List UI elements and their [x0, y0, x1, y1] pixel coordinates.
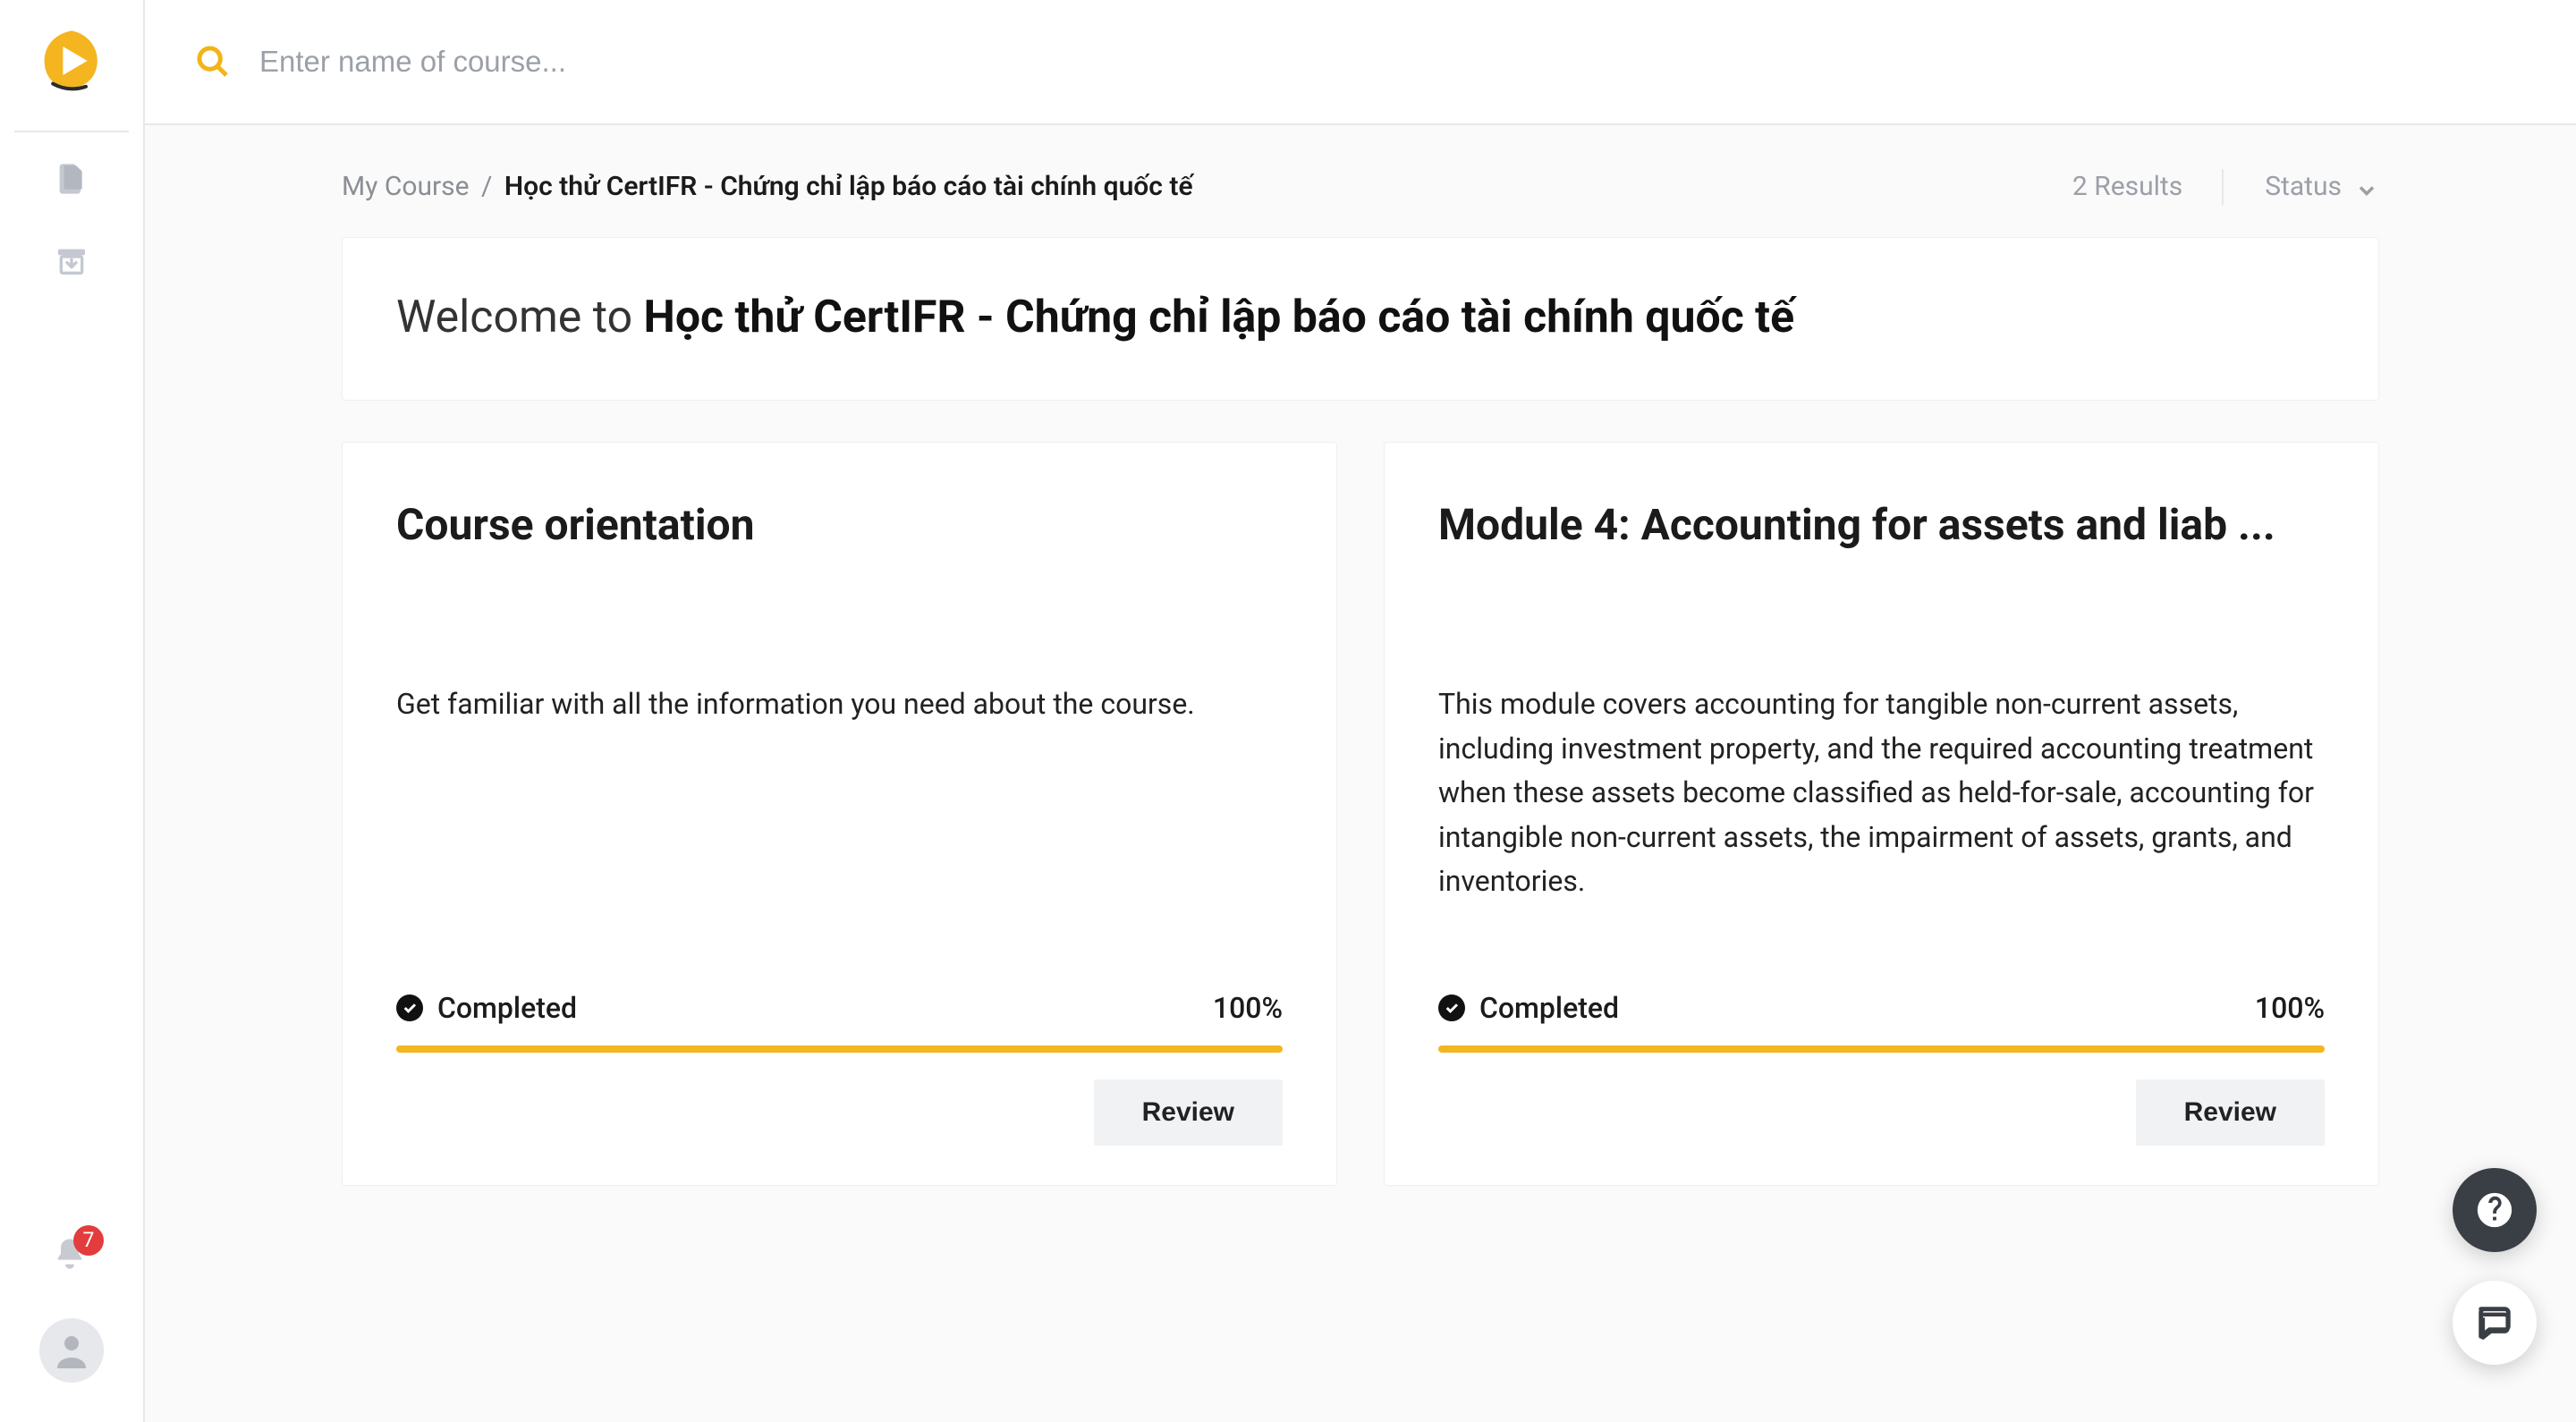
check-circle-icon: [396, 995, 423, 1021]
welcome-prefix: Welcome to: [396, 292, 644, 343]
course-card-description: This module covers accounting for tangib…: [1438, 682, 2325, 904]
course-card-title: Module 4: Accounting for assets and liab…: [1438, 493, 2325, 557]
list-meta: 2 Results Status: [2072, 166, 2379, 207]
progress-bar: [396, 1045, 1283, 1053]
course-status-label: Completed: [437, 986, 577, 1029]
content: My Course / Học thử CertIFR - Chứng chỉ …: [145, 125, 2576, 1186]
course-card[interactable]: Module 4: Accounting for assets and liab…: [1384, 442, 2379, 1186]
sidebar-divider: [14, 131, 129, 132]
topbar: [145, 0, 2576, 125]
documents-icon: [54, 161, 89, 197]
breadcrumb-current: Học thử CertIFR - Chứng chỉ lập báo cáo …: [504, 171, 1193, 202]
course-percent-text: 100%: [2255, 986, 2325, 1029]
breadcrumb-root[interactable]: My Course: [342, 171, 470, 202]
notifications-badge: 7: [73, 1225, 104, 1256]
course-card-title: Course orientation: [396, 493, 1283, 557]
course-status-row: Completed 100%: [1438, 986, 2325, 1029]
avatar[interactable]: [39, 1318, 104, 1383]
notifications-button[interactable]: 7: [52, 1236, 91, 1275]
chevron-down-icon: [2354, 174, 2379, 199]
course-status-label: Completed: [1479, 986, 1619, 1029]
welcome-title: Học thử CertIFR - Chứng chỉ lập báo cáo …: [644, 292, 1795, 343]
check-circle-icon: [1438, 995, 1465, 1021]
chat-icon: [2474, 1302, 2515, 1343]
course-cards: Course orientation Get familiar with all…: [342, 442, 2379, 1186]
sidebar-item-courses[interactable]: [52, 159, 91, 199]
search-icon: [195, 44, 231, 80]
logo[interactable]: [36, 25, 107, 97]
chat-fab[interactable]: [2453, 1281, 2537, 1365]
meta-divider: [2222, 169, 2224, 205]
archive-download-icon: [54, 243, 89, 279]
progress-track: [396, 1045, 1283, 1053]
course-card[interactable]: Course orientation Get familiar with all…: [342, 442, 1337, 1186]
sidebar-item-downloads[interactable]: [52, 241, 91, 281]
user-icon: [50, 1329, 93, 1372]
progress-track: [1438, 1045, 2325, 1053]
page-scrollbar[interactable]: [2570, 0, 2573, 1422]
breadcrumb-row: My Course / Học thử CertIFR - Chứng chỉ …: [342, 166, 2379, 207]
course-status-row: Completed 100%: [396, 986, 1283, 1029]
review-button[interactable]: Review: [2136, 1079, 2325, 1146]
review-button[interactable]: Review: [1094, 1079, 1283, 1146]
status-filter[interactable]: Status: [2265, 166, 2379, 207]
search: [195, 44, 2522, 80]
breadcrumb-separator: /: [481, 171, 492, 202]
course-percent-text: 100%: [1213, 986, 1283, 1029]
results-count: 2 Results: [2072, 166, 2182, 207]
status-filter-label: Status: [2265, 166, 2342, 207]
main: My Course / Học thử CertIFR - Chứng chỉ …: [145, 0, 2576, 1422]
help-fab[interactable]: [2453, 1168, 2537, 1252]
logo-icon: [36, 25, 107, 97]
course-card-description: Get familiar with all the information yo…: [396, 682, 1283, 727]
search-input[interactable]: [258, 44, 2352, 80]
sidebar: 7: [0, 0, 145, 1422]
breadcrumb: My Course / Học thử CertIFR - Chứng chỉ …: [342, 166, 1193, 207]
help-icon: [2474, 1189, 2515, 1231]
page-title: Welcome to Học thử CertIFR - Chứng chỉ l…: [396, 284, 2325, 351]
welcome-card: Welcome to Học thử CertIFR - Chứng chỉ l…: [342, 237, 2379, 401]
progress-bar: [1438, 1045, 2325, 1053]
